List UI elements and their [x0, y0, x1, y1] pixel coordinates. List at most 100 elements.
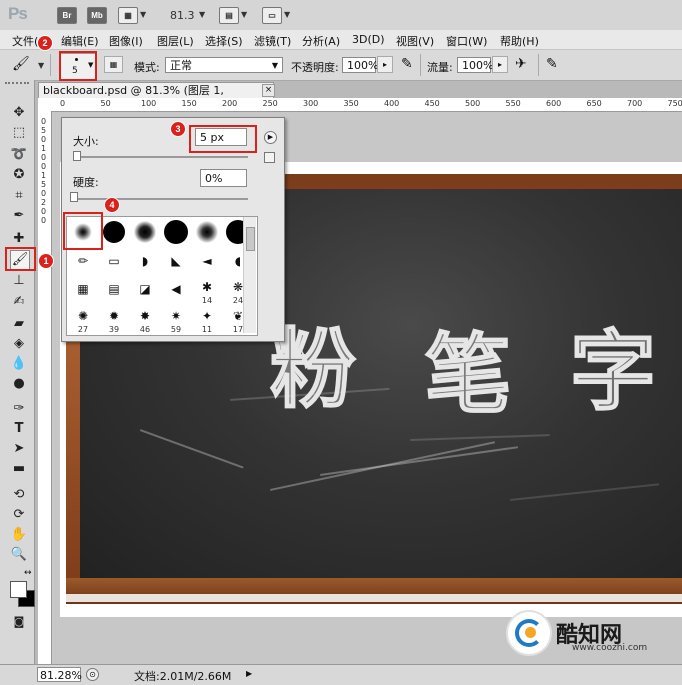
- 3d-rotate-tool-icon[interactable]: ⟲: [10, 486, 28, 504]
- hand-tool-icon[interactable]: ✋: [10, 526, 28, 544]
- toggle-brush-panel-button[interactable]: ▦: [104, 56, 123, 73]
- paint-bucket-tool-icon[interactable]: ◈: [10, 335, 28, 353]
- toolbox-grip[interactable]: [5, 82, 29, 90]
- zoom-level-top[interactable]: 81.3: [170, 9, 195, 22]
- opacity-slider-button[interactable]: ▸: [377, 56, 393, 73]
- quick-selection-tool-icon[interactable]: ✪: [10, 166, 28, 184]
- brush-preset-tip[interactable]: ◀: [161, 277, 191, 306]
- panel-menu-icon[interactable]: ▶: [264, 131, 277, 144]
- brush-preset-14[interactable]: ✱14: [192, 277, 222, 306]
- brush-preset-hard-round[interactable]: [99, 218, 129, 247]
- zoom-dropdown-icon[interactable]: ▼: [199, 10, 205, 19]
- menu-3d[interactable]: 3D(D): [352, 33, 385, 46]
- marquee-tool-icon[interactable]: ⬚: [10, 124, 28, 142]
- status-info-icon[interactable]: ⊙: [86, 668, 99, 681]
- scatter-brush-icon: ✱: [202, 280, 212, 294]
- ruler-tick-label: 450: [425, 99, 440, 108]
- view-extras-dropdown-icon[interactable]: ▼: [140, 10, 146, 19]
- brush-tool-preset-icon[interactable]: 🖌: [12, 56, 34, 74]
- annotation-badge-3: 3: [170, 121, 186, 137]
- flow-label: 流量:: [427, 59, 453, 75]
- history-brush-tool-icon[interactable]: ✍: [10, 293, 28, 311]
- ruler-tick-label: 0: [41, 189, 46, 198]
- blur-tool-icon[interactable]: 💧: [10, 355, 28, 373]
- annotation-box-brush-tool: [5, 247, 36, 271]
- lasso-tool-icon[interactable]: ➰: [10, 146, 28, 164]
- brush-preset-tip[interactable]: ◪: [130, 277, 160, 306]
- brush-preset-tip[interactable]: ◣: [161, 248, 191, 277]
- pressure-opacity-icon[interactable]: ✎: [401, 56, 413, 72]
- flow-slider-button[interactable]: ▸: [492, 56, 508, 73]
- foreground-color-swatch[interactable]: [10, 581, 27, 598]
- menu-filter[interactable]: 滤镜(T): [254, 33, 291, 49]
- view-extras-button[interactable]: ▦: [118, 7, 138, 24]
- bridge-button[interactable]: Br: [57, 7, 77, 24]
- opacity-input[interactable]: 100%: [342, 57, 376, 73]
- zoom-input[interactable]: 81.28%: [37, 667, 81, 682]
- crop-tool-icon[interactable]: ⌗: [10, 187, 28, 205]
- scatter-brush-icon: ❋: [233, 280, 243, 294]
- pressure-size-icon[interactable]: ✎: [546, 56, 558, 72]
- move-tool-icon[interactable]: ✥: [10, 104, 28, 122]
- pen-tool-icon[interactable]: ✑: [10, 400, 28, 418]
- tool-preset-dropdown-icon[interactable]: ▼: [38, 61, 44, 70]
- brush-preset-11[interactable]: ✦11: [192, 306, 222, 335]
- blend-mode-select[interactable]: 正常 ▼: [165, 57, 283, 73]
- document-tab[interactable]: blackboard.psd @ 81.3% (图层 1, RGB/8#) *: [38, 82, 274, 98]
- ruler-tick-label: 0: [41, 207, 46, 216]
- brush-preset-tip[interactable]: ✏: [68, 248, 98, 277]
- eraser-tool-icon[interactable]: ▰: [10, 315, 28, 333]
- zoom-tool-icon[interactable]: 🔍: [10, 546, 28, 564]
- hardness-input[interactable]: 0%: [200, 169, 247, 187]
- size-slider-track[interactable]: [73, 156, 248, 158]
- brush-preset-tip[interactable]: ◗: [130, 248, 160, 277]
- menu-analysis[interactable]: 分析(A): [302, 33, 340, 49]
- hardness-slider-track[interactable]: [73, 198, 248, 200]
- mini-bridge-button[interactable]: Mb: [87, 7, 107, 24]
- new-preset-icon[interactable]: [264, 152, 275, 163]
- size-slider-thumb[interactable]: [73, 151, 81, 161]
- menu-edit[interactable]: 编辑(E): [61, 33, 99, 49]
- arrange-documents-button[interactable]: ▤: [219, 7, 239, 24]
- brush-preset-soft-round[interactable]: [130, 218, 160, 247]
- brush-preset-27[interactable]: ✺27: [68, 306, 98, 335]
- type-tool-icon[interactable]: T: [10, 420, 28, 438]
- menu-layer[interactable]: 图层(L): [157, 33, 194, 49]
- quick-mask-icon[interactable]: ◙: [10, 613, 28, 631]
- swap-colors-icon[interactable]: ↔: [24, 568, 32, 578]
- brush-preset-tip[interactable]: ▭: [99, 248, 129, 277]
- menu-image[interactable]: 图像(I): [109, 33, 143, 49]
- airbrush-icon[interactable]: ✈: [515, 56, 527, 72]
- chalk-stroke: [320, 446, 518, 476]
- hardness-slider-thumb[interactable]: [70, 192, 78, 202]
- screen-mode-button[interactable]: ▭: [262, 7, 282, 24]
- blend-mode-value: 正常: [170, 59, 192, 72]
- clone-stamp-tool-icon[interactable]: ⊥: [10, 272, 28, 290]
- brush-preset-tip[interactable]: ▤: [99, 277, 129, 306]
- brush-preset-tip[interactable]: ◄: [192, 248, 222, 277]
- brush-preset-hard-round[interactable]: [161, 218, 191, 247]
- brush-preset-39[interactable]: ✹39: [99, 306, 129, 335]
- brush-preset-tip[interactable]: ▦: [68, 277, 98, 306]
- flow-input[interactable]: 100%: [457, 57, 491, 73]
- healing-brush-tool-icon[interactable]: ✚: [10, 230, 28, 248]
- dodge-tool-icon[interactable]: ●: [10, 375, 28, 393]
- brush-preset-46[interactable]: ✸46: [130, 306, 160, 335]
- screen-mode-dropdown-icon[interactable]: ▼: [284, 10, 290, 19]
- scrollbar-thumb[interactable]: [246, 227, 255, 251]
- eyedropper-tool-icon[interactable]: ✒: [10, 207, 28, 225]
- 3d-orbit-tool-icon[interactable]: ⟳: [10, 506, 28, 524]
- menu-window[interactable]: 窗口(W): [446, 33, 487, 49]
- preset-scrollbar[interactable]: [243, 217, 256, 333]
- brush-preset-59[interactable]: ✷59: [161, 306, 191, 335]
- brush-preset-soft-round[interactable]: [192, 218, 222, 247]
- menu-view[interactable]: 视图(V): [396, 33, 434, 49]
- ruler-tick-label: 0: [41, 135, 46, 144]
- status-menu-icon[interactable]: ▶: [246, 669, 252, 678]
- arrange-dropdown-icon[interactable]: ▼: [241, 10, 247, 19]
- path-selection-tool-icon[interactable]: ➤: [10, 440, 28, 458]
- menu-help[interactable]: 帮助(H): [500, 33, 539, 49]
- menu-select[interactable]: 选择(S): [205, 33, 243, 49]
- close-tab-icon[interactable]: ×: [262, 84, 275, 97]
- shape-tool-icon[interactable]: ▬: [10, 460, 28, 478]
